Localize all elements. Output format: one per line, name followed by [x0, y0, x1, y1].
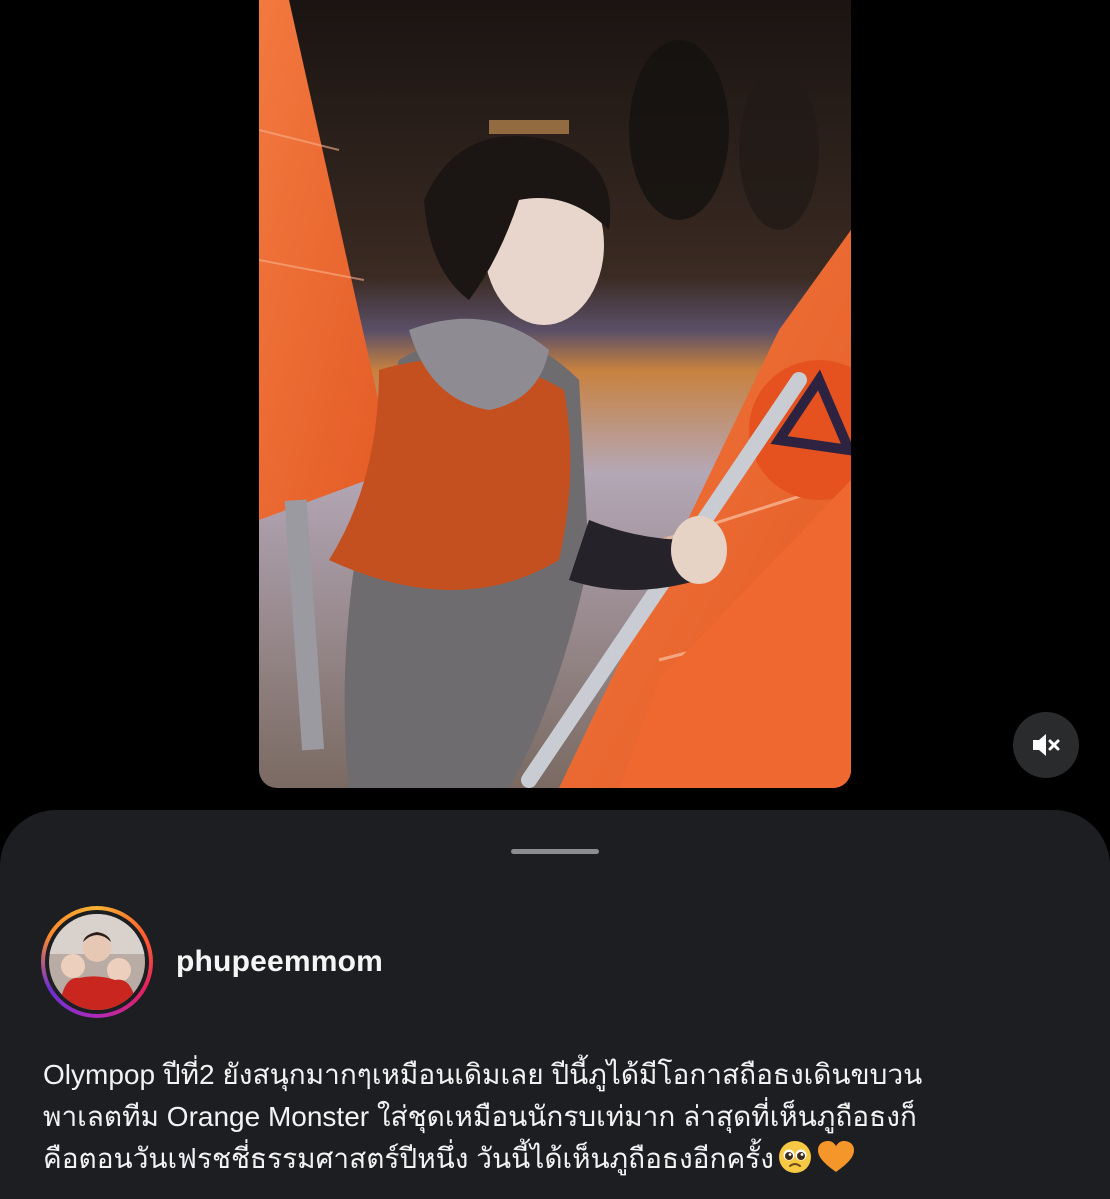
avatar [49, 914, 145, 1010]
photo-illustration [259, 0, 851, 788]
mute-button[interactable] [1013, 712, 1079, 778]
mute-icon [1033, 734, 1060, 756]
caption-line-last: คือตอนวันเฟรชชี่ธรรมศาสตร์ปีหนึ่ง วันนี้… [43, 1138, 1073, 1186]
avatar-photo [49, 914, 145, 1010]
orange-heart-emoji [816, 1140, 856, 1186]
post-photo[interactable] [259, 0, 851, 788]
caption-line: พาเลตทีม Orange Monster ใส่ชุดเหมือนนักร… [43, 1101, 917, 1132]
media-viewer [0, 0, 1110, 810]
story-ring[interactable] [41, 906, 153, 1018]
caption-sheet: phupeemmom Olympop ปีที่2 ยังสนุกมากๆเหม… [0, 810, 1110, 1199]
pleading-face-emoji [778, 1140, 812, 1186]
sheet-grabber[interactable] [511, 849, 599, 854]
username[interactable]: phupeemmom [176, 945, 383, 979]
caption-line-text: คือตอนวันเฟรชชี่ธรรมศาสตร์ปีหนึ่ง วันนี้… [43, 1143, 774, 1174]
caption-line: Olympop ปีที่2 ยังสนุกมากๆเหมือนเดิมเลย … [43, 1059, 923, 1090]
post-caption: Olympop ปีที่2 ยังสนุกมากๆเหมือนเดิมเลย … [43, 1054, 1073, 1186]
